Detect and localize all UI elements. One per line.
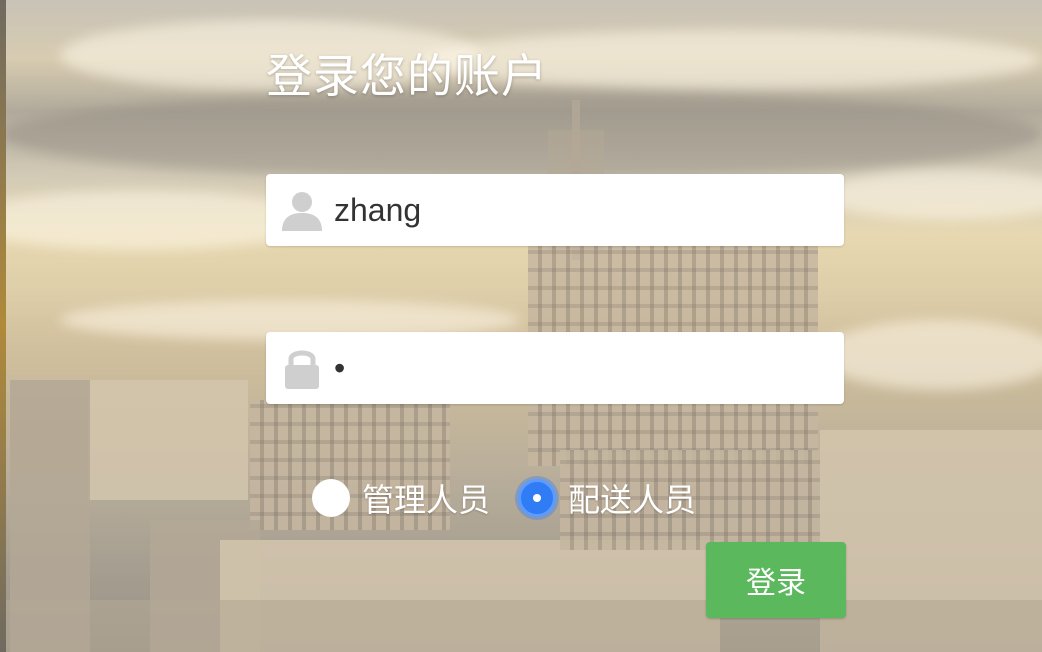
lock-icon bbox=[280, 346, 324, 390]
password-input[interactable] bbox=[334, 343, 814, 393]
radio-delivery[interactable] bbox=[518, 479, 557, 517]
login-page: 登录您的账户 管理人员 配送人员 登录 bbox=[0, 0, 1042, 652]
login-button[interactable]: 登录 bbox=[706, 542, 846, 618]
username-field[interactable] bbox=[266, 174, 844, 246]
role-label-manager: 管理人员 bbox=[362, 481, 491, 519]
radio-manager[interactable] bbox=[312, 479, 350, 517]
username-input[interactable] bbox=[334, 185, 814, 235]
page-title: 登录您的账户 bbox=[266, 49, 548, 103]
role-label-delivery: 配送人员 bbox=[568, 481, 697, 519]
radio-checked-dot bbox=[533, 494, 542, 502]
password-field[interactable] bbox=[266, 332, 844, 404]
role-radio-group: 管理人员 配送人员 bbox=[312, 474, 724, 522]
role-option-manager[interactable]: 管理人员 bbox=[312, 475, 490, 521]
role-option-delivery[interactable]: 配送人员 bbox=[518, 475, 696, 521]
left-edge-strip bbox=[0, 0, 6, 652]
user-icon bbox=[280, 188, 324, 232]
